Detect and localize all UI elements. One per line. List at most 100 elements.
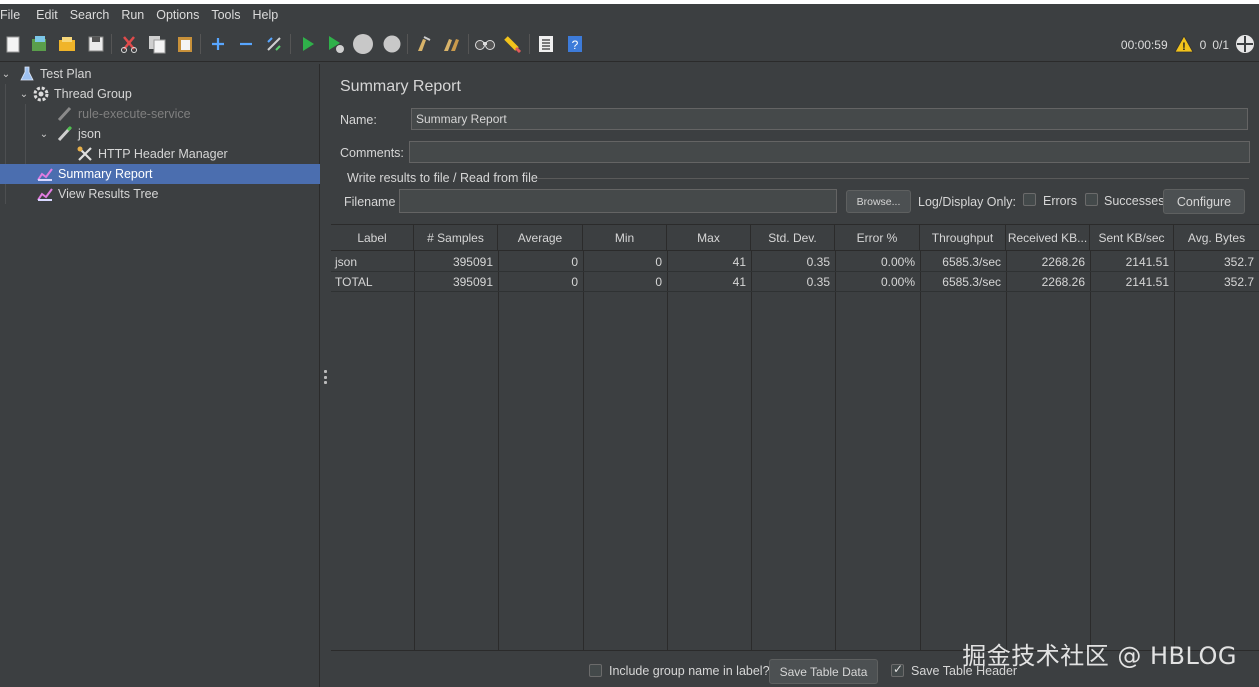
templates-icon[interactable]	[28, 33, 50, 55]
menubar: File Edit Search Run Options Tools Help	[0, 4, 1259, 26]
toggle-icon[interactable]	[263, 33, 285, 55]
tree-item-label: json	[78, 127, 101, 141]
save-icon[interactable]	[85, 33, 107, 55]
tree-item-json[interactable]: ⌄ json	[0, 124, 320, 144]
column-header-sent-kb[interactable]: Sent KB/sec	[1090, 225, 1174, 251]
reset-search-icon[interactable]	[502, 33, 524, 55]
name-label: Name:	[340, 113, 377, 127]
errors-checkbox[interactable]	[1023, 193, 1036, 206]
menu-help[interactable]: Help	[253, 8, 286, 22]
pipette-icon	[56, 105, 74, 123]
save-table-data-button[interactable]: Save Table Data	[769, 659, 878, 684]
tree-item-label: Summary Report	[58, 167, 153, 181]
log-display-only-label: Log/Display Only:	[918, 195, 1016, 209]
tree-item-test-plan[interactable]: ⌄ Test Plan	[0, 64, 320, 84]
cell-avg-bytes: 352.7	[1223, 255, 1254, 269]
menu-edit[interactable]: Edit	[36, 8, 65, 22]
copy-icon[interactable]	[146, 33, 168, 55]
warning-icon[interactable]: !	[1173, 34, 1194, 56]
column-header-std-dev[interactable]: Std. Dev.	[751, 225, 835, 251]
clear-all-icon[interactable]	[441, 33, 463, 55]
pipette-icon	[56, 125, 74, 143]
save-table-header-checkbox[interactable]	[891, 662, 904, 677]
menu-run[interactable]: Run	[121, 8, 151, 22]
tree-item-label: HTTP Header Manager	[98, 147, 228, 161]
cell-error-pct: 0.00%	[880, 255, 915, 269]
column-header-max[interactable]: Max	[667, 225, 751, 251]
cell-std-dev: 0.35	[806, 255, 830, 269]
chart-icon	[36, 165, 54, 183]
summary-table: Label # Samples Average Min Max Std. Dev…	[331, 224, 1259, 651]
remote-globe-icon[interactable]	[1235, 34, 1255, 57]
tree-item-summary-report[interactable]: Summary Report	[0, 164, 320, 184]
active-threads: 0/1	[1212, 38, 1229, 52]
tree-item-thread-group[interactable]: ⌄ Thread Group	[0, 84, 320, 104]
cut-icon[interactable]	[118, 33, 140, 55]
include-group-name-label: Include group name in label?	[609, 664, 770, 678]
column-header-min[interactable]: Min	[583, 225, 667, 251]
chevron-down-icon[interactable]: ⌄	[0, 69, 12, 80]
browse-button[interactable]: Browse...	[846, 190, 911, 213]
filename-label: Filename	[344, 195, 396, 209]
table-row[interactable]: TOTAL 395091 0 0 41 0.35 0.00% 6585.3/se…	[331, 272, 1259, 292]
test-plan-tree: ⌄ Test Plan ⌄ Thread Group rule-execute-…	[0, 64, 320, 687]
tree-item-label: Test Plan	[40, 67, 92, 81]
successes-checkbox[interactable]	[1085, 193, 1098, 206]
elapsed-timer: 00:00:59	[1120, 38, 1168, 52]
start-no-pause-icon[interactable]	[325, 33, 347, 55]
chevron-down-icon[interactable]: ⌄	[38, 129, 50, 140]
cell-error-pct: 0.00%	[880, 275, 915, 289]
cell-sent-kb: 2141.51	[1125, 255, 1169, 269]
splitter-grip-icon[interactable]	[323, 370, 327, 384]
menu-tools[interactable]: Tools	[211, 8, 247, 22]
cell-label: json	[335, 255, 358, 269]
open-icon[interactable]	[56, 33, 78, 55]
filename-field[interactable]	[399, 189, 837, 213]
collapse-icon[interactable]	[235, 33, 257, 55]
clear-icon[interactable]	[413, 33, 435, 55]
cell-max: 41	[732, 255, 746, 269]
cell-label: TOTAL	[335, 275, 373, 289]
cell-avg-bytes: 352.7	[1223, 275, 1254, 289]
name-field[interactable]	[411, 108, 1248, 130]
stop-icon[interactable]	[352, 33, 374, 55]
configure-button[interactable]: Configure	[1163, 189, 1245, 214]
tree-item-label: Thread Group	[54, 87, 132, 101]
tree-item-rule-execute-service[interactable]: rule-execute-service	[0, 104, 320, 124]
help-icon[interactable]: ?	[564, 33, 586, 55]
column-header-received-kb[interactable]: Received KB...	[1006, 225, 1090, 251]
chevron-down-icon[interactable]: ⌄	[18, 89, 30, 100]
comments-label: Comments:	[340, 146, 404, 160]
new-icon[interactable]	[2, 33, 24, 55]
shutdown-icon[interactable]	[381, 33, 403, 55]
cell-received-kb: 2268.26	[1041, 255, 1085, 269]
start-icon[interactable]	[297, 33, 319, 55]
tree-item-http-header-manager[interactable]: HTTP Header Manager	[0, 144, 320, 164]
cell-min: 0	[655, 275, 662, 289]
cell-std-dev: 0.35	[806, 275, 830, 289]
menu-file[interactable]: File	[0, 8, 27, 22]
gear-icon	[32, 85, 50, 103]
successes-label: Successes	[1104, 194, 1165, 208]
column-header-label[interactable]: Label	[331, 225, 414, 251]
table-row[interactable]: json 395091 0 0 41 0.35 0.00% 6585.3/sec…	[331, 252, 1259, 272]
column-header-error-pct[interactable]: Error %	[835, 225, 920, 251]
column-header-avg-bytes[interactable]: Avg. Bytes	[1174, 225, 1259, 251]
function-helper-icon[interactable]	[535, 33, 557, 55]
search-icon[interactable]	[474, 33, 496, 55]
expand-icon[interactable]	[207, 33, 229, 55]
cell-average: 0	[571, 275, 578, 289]
errors-label: Errors	[1043, 194, 1078, 208]
paste-icon[interactable]	[174, 33, 196, 55]
cell-received-kb: 2268.26	[1041, 275, 1085, 289]
column-header-samples[interactable]: # Samples	[414, 225, 498, 251]
include-group-name-checkbox[interactable]	[589, 664, 602, 677]
column-header-average[interactable]: Average	[498, 225, 583, 251]
tree-item-view-results-tree[interactable]: View Results Tree	[0, 184, 320, 204]
menu-search[interactable]: Search	[70, 8, 117, 22]
summary-report-panel: Summary Report Name: Comments: Write res…	[331, 64, 1259, 687]
menu-options[interactable]: Options	[156, 8, 206, 22]
column-header-throughput[interactable]: Throughput	[920, 225, 1006, 251]
comments-field[interactable]	[409, 141, 1250, 163]
tree-item-label: View Results Tree	[58, 187, 159, 201]
